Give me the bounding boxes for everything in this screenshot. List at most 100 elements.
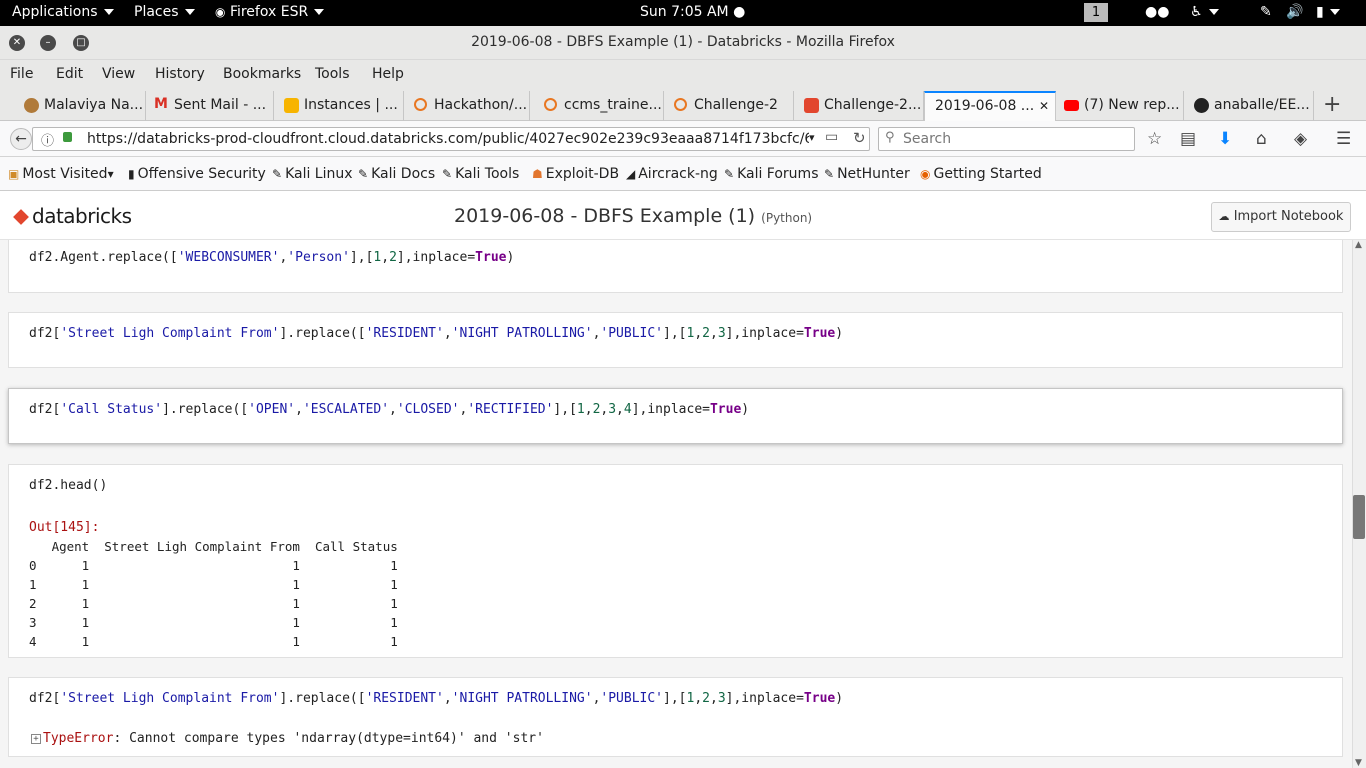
chevron-down-icon xyxy=(103,9,114,15)
video-icon[interactable]: ●● xyxy=(1145,4,1169,20)
tab-hackathon[interactable]: Hackathon/... xyxy=(410,91,530,121)
places-menu[interactable]: Places xyxy=(134,4,195,20)
bookmark-nethunter[interactable]: ✎ NetHunter xyxy=(824,166,910,182)
tab-ccms[interactable]: ccms_traine... xyxy=(540,91,664,121)
error-message: : Cannot compare types 'ndarray(dtype=in… xyxy=(113,731,544,746)
code-cell[interactable]: df2.Agent.replace(['WEBCONSUMER','Person… xyxy=(8,240,1343,293)
cell-code[interactable]: df2['Street Ligh Complaint From'].replac… xyxy=(29,326,843,341)
volume-icon[interactable]: 🔊 xyxy=(1286,4,1303,20)
new-tab-plus-icon[interactable]: + xyxy=(1323,92,1341,117)
chevron-down-icon xyxy=(314,9,325,15)
tab-label: Malaviya Na... xyxy=(44,97,144,113)
star-icon[interactable]: ☆ xyxy=(1147,130,1162,148)
jupyter-icon xyxy=(674,98,687,111)
bookmark-label: Kali Tools xyxy=(455,166,520,182)
hamburger-menu-icon[interactable]: ☰ xyxy=(1336,130,1351,148)
reader-view-icon[interactable]: ▭ xyxy=(825,129,838,145)
bookmark-aircrack-ng[interactable]: ◢ Aircrack-ng xyxy=(626,166,718,182)
cell-code[interactable]: df2.Agent.replace(['WEBCONSUMER','Person… xyxy=(29,250,514,265)
tab-label: ccms_traine... xyxy=(564,97,662,113)
tab-instances[interactable]: Instances | ... xyxy=(280,91,404,121)
search-icon: ⚲ xyxy=(885,130,895,145)
menu-edit[interactable]: Edit xyxy=(56,66,83,82)
workspace-indicator[interactable]: 1 xyxy=(1084,3,1108,22)
lock-icon xyxy=(63,132,72,142)
tab-favicon xyxy=(284,98,299,113)
tab-gmail[interactable]: M Sent Mail - ... xyxy=(150,91,274,121)
reload-icon[interactable]: ↻ xyxy=(853,129,866,147)
code-cell[interactable]: df2.head() Out[145]: Agent Street Ligh C… xyxy=(8,464,1343,658)
scrollbar-thumb[interactable] xyxy=(1353,495,1365,539)
notebook-content[interactable]: df2.Agent.replace(['WEBCONSUMER','Person… xyxy=(0,240,1352,768)
home-icon[interactable]: ⌂ xyxy=(1256,130,1267,148)
bookmark-kali-forums[interactable]: ✎ Kali Forums xyxy=(724,166,819,182)
accessibility-icon[interactable]: ♿ xyxy=(1190,4,1219,20)
notebook-language: (Python) xyxy=(761,211,813,225)
code-cell[interactable]: df2['Street Ligh Complaint From'].replac… xyxy=(8,312,1343,368)
cell-code[interactable]: df2['Call Status'].replace(['OPEN','ESCA… xyxy=(29,402,749,417)
pocket-icon[interactable]: ◈ xyxy=(1294,130,1307,148)
window-title-bar: ✕ – □ 2019-06-08 - DBFS Example (1) - Da… xyxy=(0,26,1366,60)
kali-dragon-icon: ✎ xyxy=(358,167,369,181)
offsec-icon: ▮ xyxy=(128,167,135,181)
clock[interactable]: Sun 7:05 AM ● xyxy=(640,4,745,20)
youtube-icon xyxy=(1064,100,1079,111)
tab-malaviya[interactable]: Malaviya Na... xyxy=(20,91,146,121)
cell-code[interactable]: df2.head() xyxy=(29,478,107,493)
url-bar[interactable]: ⓘ https://databricks-prod-cloudfront.clo… xyxy=(32,127,870,151)
menu-help[interactable]: Help xyxy=(372,66,404,82)
menu-view[interactable]: View xyxy=(102,66,135,82)
menu-history[interactable]: History xyxy=(155,66,205,82)
kali-dragon-icon: ✎ xyxy=(442,167,453,181)
bookmark-kali-docs[interactable]: ✎ Kali Docs xyxy=(358,166,435,182)
download-icon[interactable]: ⬇ xyxy=(1218,130,1232,148)
search-field[interactable]: ⚲ Search xyxy=(878,127,1135,151)
expand-icon[interactable]: + xyxy=(31,734,41,744)
databricks-logo[interactable]: databricks xyxy=(13,204,132,228)
applications-label: Applications xyxy=(12,4,98,20)
code-cell-selected[interactable]: df2['Call Status'].replace(['OPEN','ESCA… xyxy=(8,388,1343,444)
back-arrow-icon[interactable]: ← xyxy=(10,128,32,150)
tab-youtube[interactable]: (7) New rep... xyxy=(1060,91,1184,121)
library-icon[interactable]: ▤ xyxy=(1180,130,1196,148)
exploit-db-icon: ☗ xyxy=(532,167,543,181)
cell-code[interactable]: df2['Street Ligh Complaint From'].replac… xyxy=(29,691,843,706)
bookmark-label: Most Visited xyxy=(22,166,108,182)
bookmark-offensive-security[interactable]: ▮ Offensive Security xyxy=(128,166,266,182)
error-output[interactable]: + TypeError: Cannot compare types 'ndarra… xyxy=(31,731,544,746)
tab-label: Instances | ... xyxy=(304,97,398,113)
firefox-app-menu[interactable]: ◉ Firefox ESR xyxy=(215,4,325,20)
menu-tools[interactable]: Tools xyxy=(315,66,350,82)
error-type: TypeError xyxy=(43,731,114,746)
code-cell[interactable]: df2['Street Ligh Complaint From'].replac… xyxy=(8,677,1343,757)
tab-challenge-2[interactable]: Challenge-2 xyxy=(670,91,794,121)
chevron-down-icon[interactable]: ▾ xyxy=(809,131,815,144)
bookmark-kali-linux[interactable]: ✎ Kali Linux xyxy=(272,166,353,182)
tab-github[interactable]: anaballe/EE... xyxy=(1190,91,1314,121)
kali-dragon-icon: ✎ xyxy=(272,167,283,181)
bookmark-label: Offensive Security xyxy=(137,166,266,182)
battery-icon[interactable]: ▮ xyxy=(1316,4,1340,20)
bookmark-kali-tools[interactable]: ✎ Kali Tools xyxy=(442,166,519,182)
firefox-icon: ◉ xyxy=(920,167,931,181)
menu-file[interactable]: File xyxy=(10,66,33,82)
pen-icon[interactable]: ✎ xyxy=(1260,4,1272,20)
kali-dragon-icon: ✎ xyxy=(824,167,835,181)
bookmark-exploit-db[interactable]: ☗ Exploit-DB xyxy=(532,166,619,182)
info-icon[interactable]: ⓘ xyxy=(41,130,54,149)
tab-dbfs-example[interactable]: 2019-06-08 ... ✕ xyxy=(924,91,1056,121)
url-text[interactable]: https://databricks-prod-cloudfront.cloud… xyxy=(87,131,809,147)
menu-bookmarks[interactable]: Bookmarks xyxy=(223,66,301,82)
scroll-up-icon[interactable]: ▲ xyxy=(1355,240,1362,250)
import-notebook-button[interactable]: ☁ Import Notebook xyxy=(1211,202,1351,232)
scroll-down-icon[interactable]: ▼ xyxy=(1355,758,1362,768)
tab-challenge-2-databricks[interactable]: Challenge-2... xyxy=(800,91,924,121)
kali-dragon-icon: ✎ xyxy=(724,167,735,181)
tab-close-icon[interactable]: ✕ xyxy=(1039,99,1049,113)
applications-menu[interactable]: Applications xyxy=(12,4,114,20)
menu-bar: File Edit View History Bookmarks Tools H… xyxy=(0,60,1366,88)
bookmark-label: NetHunter xyxy=(837,166,910,182)
notebook-title: 2019-06-08 - DBFS Example (1) (Python) xyxy=(454,205,812,227)
bookmark-most-visited[interactable]: ▣ Most Visited▾ xyxy=(8,166,117,182)
bookmark-getting-started[interactable]: ◉ Getting Started xyxy=(920,166,1042,182)
